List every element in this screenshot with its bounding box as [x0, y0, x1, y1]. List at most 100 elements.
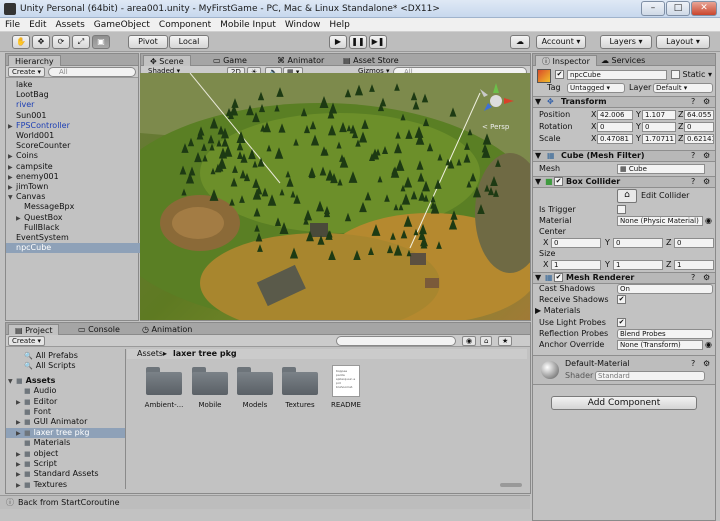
- favorite-star-icon[interactable]: ★: [498, 336, 513, 346]
- hierarchy-search-input[interactable]: All: [48, 67, 136, 77]
- play-button[interactable]: ▶: [329, 35, 347, 49]
- project-folder-item[interactable]: ▶ ■ object: [6, 449, 125, 459]
- hierarchy-item[interactable]: lake: [6, 80, 142, 90]
- settings-gear-icon[interactable]: ⚙: [703, 273, 710, 283]
- tab-services[interactable]: ☁ Services: [595, 55, 651, 66]
- project-folder-item[interactable]: ■ Materials: [6, 438, 125, 448]
- settings-gear-icon[interactable]: ⚙: [703, 151, 710, 161]
- help-icon[interactable]: ?: [691, 273, 695, 283]
- object-name-field[interactable]: npcCube: [567, 70, 667, 80]
- hierarchy-item[interactable]: ▶ QuestBox: [6, 213, 142, 223]
- hierarchy-item[interactable]: npcCube: [6, 243, 142, 254]
- tab-inspector[interactable]: ⓘ Inspector: [535, 55, 597, 66]
- search-by-label-icon[interactable]: ⌂: [480, 336, 493, 346]
- layer-dropdown[interactable]: Default ▾: [653, 83, 713, 93]
- pivot-button[interactable]: Pivot: [128, 35, 168, 49]
- hierarchy-create-button[interactable]: Create ▾: [8, 67, 46, 77]
- help-icon[interactable]: ?: [691, 97, 695, 107]
- tab-hierarchy[interactable]: Hierarchy: [8, 55, 61, 66]
- hierarchy-item[interactable]: FullBlack: [6, 223, 142, 233]
- hierarchy-item[interactable]: ▶ Coins: [6, 151, 142, 161]
- tab-game[interactable]: ▭ Game: [207, 55, 253, 66]
- layout-dropdown[interactable]: Layout ▾: [656, 35, 710, 49]
- cast-shadows-dropdown[interactable]: On: [617, 284, 713, 294]
- tab-animation[interactable]: ◷ Animation: [136, 324, 198, 335]
- rect-tool-icon[interactable]: ▣: [92, 35, 110, 49]
- breadcrumb-assets[interactable]: Assets: [137, 349, 163, 359]
- position-x-field[interactable]: 42.006: [597, 110, 633, 120]
- project-folder-item[interactable]: ▶ ■ GUI Animator: [6, 417, 125, 427]
- icon-size-slider[interactable]: [500, 483, 522, 487]
- box-collider-enabled-checkbox[interactable]: ✔: [554, 177, 563, 187]
- project-create-button[interactable]: Create ▾: [8, 336, 46, 346]
- tab-console[interactable]: ▭ Console: [72, 324, 126, 335]
- object-picker-icon[interactable]: ◉: [705, 216, 712, 226]
- center-x-field[interactable]: 0: [551, 238, 601, 248]
- rotation-y-field[interactable]: 0: [642, 122, 676, 132]
- scale-z-field[interactable]: 0.62141: [684, 134, 714, 144]
- hierarchy-item[interactable]: ▶ campsite: [6, 162, 142, 172]
- position-z-field[interactable]: 64.055: [684, 110, 714, 120]
- mesh-renderer-enabled-checkbox[interactable]: ✔: [554, 273, 563, 283]
- tab-scene[interactable]: ✥ Scene: [143, 55, 191, 66]
- mesh-renderer-header[interactable]: ▼ ▦ ✔ Mesh Renderer ? ⚙: [533, 272, 715, 284]
- foldout-arrow-icon[interactable]: ▶: [16, 481, 24, 491]
- menu-edit[interactable]: Edit: [24, 18, 50, 30]
- edit-collider-button[interactable]: ⌂: [617, 189, 637, 203]
- local-button[interactable]: Local: [169, 35, 209, 49]
- active-checkbox[interactable]: ✔: [555, 70, 564, 79]
- hierarchy-item[interactable]: ▶ jimTown: [6, 182, 142, 192]
- layers-dropdown[interactable]: Layers ▾: [600, 35, 652, 49]
- menu-gameobject[interactable]: GameObject: [89, 18, 154, 30]
- help-icon[interactable]: ?: [691, 359, 695, 369]
- size-y-field[interactable]: 1: [613, 260, 663, 270]
- hierarchy-item[interactable]: ScoreCounter: [6, 141, 142, 151]
- tab-animator[interactable]: ⌘ Animator: [271, 55, 330, 66]
- search-by-type-icon[interactable]: ◉: [462, 336, 477, 346]
- tag-dropdown[interactable]: Untagged ▾: [567, 83, 625, 93]
- mesh-field[interactable]: ▦ Cube: [617, 164, 705, 174]
- hand-tool-icon[interactable]: ✋: [12, 35, 30, 49]
- step-button[interactable]: ▶❚: [369, 35, 387, 49]
- settings-gear-icon[interactable]: ⚙: [703, 97, 710, 107]
- breadcrumb-laxer-tree-pkg[interactable]: laxer tree pkg: [173, 349, 237, 359]
- material-section[interactable]: Default-Material Shader Standard ? ⚙: [533, 355, 715, 385]
- light-probes-checkbox[interactable]: ✔: [617, 318, 626, 328]
- help-icon[interactable]: ?: [691, 177, 695, 187]
- add-component-button[interactable]: Add Component: [551, 396, 697, 410]
- reflection-probes-dropdown[interactable]: Blend Probes: [617, 329, 713, 339]
- menu-mobile-input[interactable]: Mobile Input: [215, 18, 280, 30]
- scene-viewport[interactable]: < Persp: [140, 73, 530, 320]
- menu-help[interactable]: Help: [324, 18, 354, 30]
- move-tool-icon[interactable]: ✥: [32, 35, 50, 49]
- hierarchy-item[interactable]: river: [6, 100, 142, 110]
- cloud-icon[interactable]: ☁: [510, 35, 530, 49]
- position-y-field[interactable]: 1.107: [642, 110, 676, 120]
- collider-material-field[interactable]: None (Physic Material): [617, 216, 703, 226]
- transform-header[interactable]: ▼ ✥ Transform ? ⚙: [533, 96, 715, 108]
- hierarchy-item[interactable]: EventSystem: [6, 233, 142, 243]
- anchor-override-field[interactable]: None (Transform): [617, 340, 703, 350]
- project-folder-item[interactable]: ■ Font: [6, 407, 125, 417]
- account-dropdown[interactable]: Account ▾: [536, 35, 586, 49]
- tab-project[interactable]: ▤ Project: [8, 324, 60, 335]
- pause-button[interactable]: ❚❚: [349, 35, 367, 49]
- rotation-z-field[interactable]: 0: [684, 122, 714, 132]
- project-folder-item[interactable]: ■ Audio: [6, 386, 125, 396]
- scale-y-field[interactable]: 1.70711: [642, 134, 676, 144]
- maximize-button[interactable]: □: [666, 1, 690, 16]
- project-folder-item[interactable]: ▶ ■ Script: [6, 459, 125, 469]
- hierarchy-item[interactable]: MessageBpx: [6, 202, 142, 212]
- center-y-field[interactable]: 0: [613, 238, 663, 248]
- rotation-x-field[interactable]: 0: [597, 122, 633, 132]
- settings-gear-icon[interactable]: ⚙: [703, 177, 710, 187]
- static-toggle[interactable]: Static ▾: [671, 70, 712, 80]
- project-folder-item[interactable]: ▶ ■ Standard Assets: [6, 469, 125, 479]
- project-folder-item[interactable]: ▶ ■ Editor: [6, 397, 125, 407]
- minimize-button[interactable]: –: [641, 1, 665, 16]
- project-folder-item[interactable]: 🔍 All Prefabs: [6, 351, 125, 361]
- shader-dropdown[interactable]: Standard: [595, 371, 705, 381]
- project-folder-item[interactable]: ▼ ■ Assets: [6, 376, 125, 386]
- size-z-field[interactable]: 1: [674, 260, 714, 270]
- hierarchy-item[interactable]: ▶ enemy001: [6, 172, 142, 182]
